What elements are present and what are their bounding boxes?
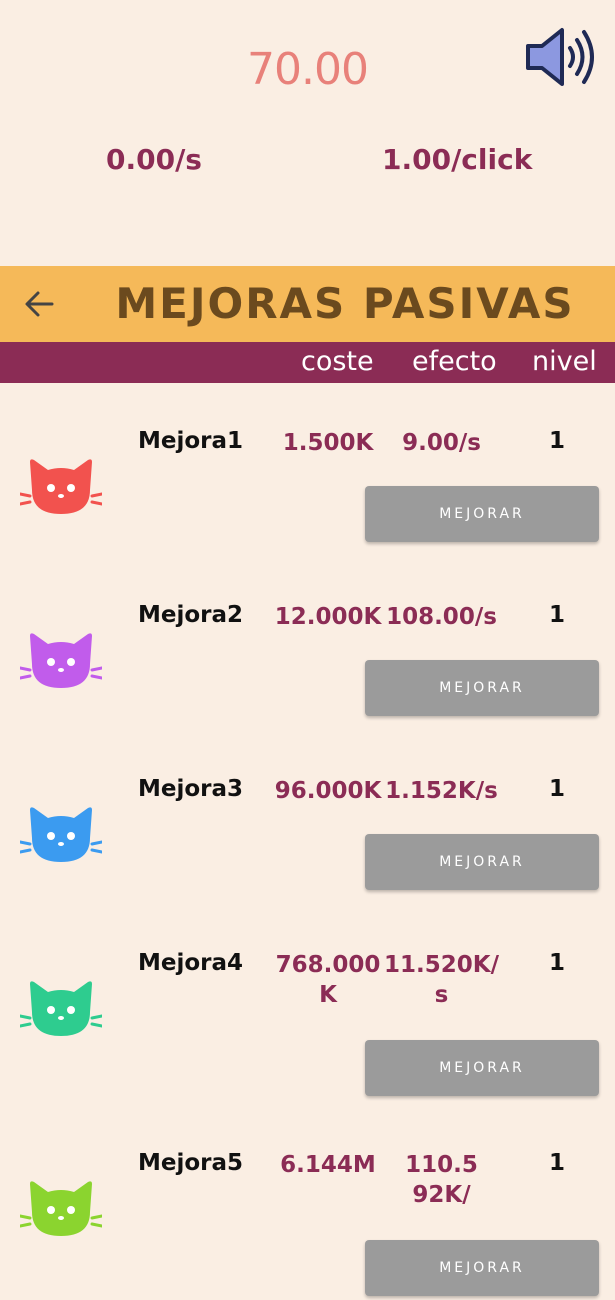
upgrade-row: Mejora2 12.000K 108.00/s 1 MEJORAR [0, 602, 615, 752]
per-click-rate: 1.00/click [382, 143, 533, 176]
cat-avatar [18, 628, 104, 694]
upgrade-button[interactable]: MEJORAR [365, 486, 599, 542]
column-header-cost: coste [301, 346, 374, 377]
upgrade-row: Mejora4 768.000 K 11.520K/ s 1 MEJORAR [0, 950, 615, 1100]
upgrade-name: Mejora4 [138, 950, 244, 976]
upgrade-level: 1 [548, 1150, 565, 1176]
upgrade-level: 1 [548, 950, 565, 976]
cat-avatar [18, 976, 104, 1042]
sound-toggle-button[interactable] [522, 22, 600, 92]
upgrade-button[interactable]: MEJORAR [365, 1240, 599, 1296]
upgrade-effect: 9.00/s [402, 430, 481, 456]
upgrade-cost: 96.000K [274, 778, 382, 804]
per-second-rate: 0.00/s [106, 143, 202, 176]
column-header-level: nivel [532, 346, 597, 377]
upgrade-cost: 12.000K [274, 604, 382, 630]
upgrade-name: Mejora3 [138, 776, 244, 802]
upgrade-effect: 110.5 92K/ [405, 1152, 478, 1208]
upgrade-level: 1 [548, 602, 565, 628]
upgrade-level: 1 [548, 776, 565, 802]
upgrade-cost: 768.000 K [275, 952, 381, 1008]
upgrade-cost: 1.500K [282, 430, 374, 456]
upgrade-button[interactable]: MEJORAR [365, 1040, 599, 1096]
speaker-volume-icon [526, 28, 594, 86]
upgrade-name: Mejora2 [138, 602, 244, 628]
cat-avatar [18, 454, 104, 520]
back-button[interactable] [20, 284, 60, 324]
arrow-left-icon [25, 291, 54, 317]
upgrade-row: Mejora1 1.500K 9.00/s 1 MEJORAR [0, 428, 615, 578]
upgrade-effect: 11.520K/ s [384, 952, 499, 1008]
upgrade-button[interactable]: MEJORAR [365, 660, 599, 716]
cat-icon [18, 459, 104, 514]
cat-icon [18, 807, 104, 862]
cat-avatar [18, 1176, 104, 1242]
cat-avatar [18, 802, 104, 868]
cat-icon [18, 1181, 104, 1236]
column-header-bar: coste efecto nivel [0, 342, 615, 383]
upgrade-button[interactable]: MEJORAR [365, 834, 599, 890]
upgrade-level: 1 [548, 428, 565, 454]
column-header-effect: efecto [412, 346, 497, 377]
title-bar: MEJORAS PASIVAS [0, 266, 615, 342]
page-title: MEJORAS PASIVAS [115, 279, 575, 328]
cat-icon [18, 633, 104, 688]
upgrade-row: Mejora3 96.000K 1.152K/s 1 MEJORAR [0, 776, 615, 926]
upgrade-name: Mejora5 [138, 1150, 244, 1176]
upgrade-cost: 6.144M [280, 1152, 376, 1178]
upgrade-effect: 1.152K/s [385, 778, 498, 804]
upgrade-effect: 108.00/s [386, 604, 497, 630]
upgrade-name: Mejora1 [138, 428, 244, 454]
upgrade-row: Mejora5 6.144M 110.5 92K/ 1 MEJORAR [0, 1150, 615, 1300]
cat-icon [18, 981, 104, 1036]
